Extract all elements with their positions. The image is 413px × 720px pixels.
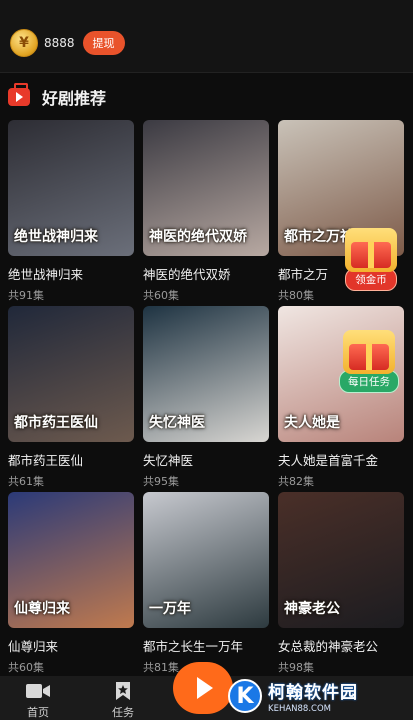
poster-title-text: 失忆神医: [149, 415, 205, 431]
poster-title-text: 夫人她是: [284, 415, 340, 431]
drama-poster[interactable]: 都市药王医仙: [8, 306, 134, 442]
drama-title[interactable]: 绝世战神归来: [8, 264, 134, 283]
site-watermark: K 柯翰软件园 KEHAN88.COM: [228, 672, 413, 720]
nav-tasks-label: 任务: [112, 706, 134, 719]
gift-box-icon: [343, 330, 395, 374]
drama-poster[interactable]: 神豪老公: [278, 492, 404, 628]
red-envelope-icon: [345, 228, 397, 272]
coin-amount: 8888: [44, 36, 75, 50]
drama-title[interactable]: 夫人她是首富千金: [278, 450, 404, 469]
nav-home[interactable]: 首页: [16, 680, 60, 720]
drama-title[interactable]: 女总裁的神豪老公: [278, 636, 404, 655]
poster-title-text: 仙尊归来: [14, 601, 70, 617]
episode-count: 共91集: [8, 289, 44, 302]
drama-title[interactable]: 神医的绝代双娇: [143, 264, 269, 283]
poster-title-text: 神医的绝代双娇: [149, 229, 247, 245]
poster-title-text: 都市药王医仙: [14, 415, 98, 431]
drama-card[interactable]: 失忆神医 失忆神医 共95集: [143, 306, 269, 489]
poster-title-text: 神豪老公: [284, 601, 340, 617]
episode-count: 共61集: [8, 475, 44, 488]
watermark-url: KEHAN88.COM: [268, 704, 331, 714]
video-camera-icon: [16, 680, 60, 702]
section-header: 好剧推荐: [8, 86, 106, 108]
drama-poster[interactable]: 失忆神医: [143, 306, 269, 442]
drama-poster[interactable]: 绝世战神归来: [8, 120, 134, 256]
poster-title-text: 一万年: [149, 601, 191, 617]
bookmark-star-icon: [101, 680, 145, 702]
poster-title-text: 绝世战神归来: [14, 229, 98, 245]
play-icon: [197, 677, 213, 699]
coin-icon: ¥: [10, 29, 38, 57]
drama-title[interactable]: 失忆神医: [143, 450, 269, 469]
play-button[interactable]: [173, 662, 233, 714]
drama-card[interactable]: 一万年 都市之长生一万年 共81集: [143, 492, 269, 675]
tv-play-icon: [8, 88, 30, 106]
episode-count: 共82集: [278, 475, 314, 488]
coin-balance[interactable]: ¥ 8888 提现: [10, 29, 125, 57]
nav-tasks[interactable]: 任务: [101, 680, 145, 720]
drama-title[interactable]: 都市药王医仙: [8, 450, 134, 469]
watermark-title: 柯翰软件园: [268, 683, 358, 703]
coin-reward-widget[interactable]: 领金币: [338, 228, 404, 291]
drama-card[interactable]: 仙尊归来 仙尊归来 共60集: [8, 492, 134, 675]
withdraw-button[interactable]: 提现: [82, 31, 125, 55]
kehan-logo-icon: K: [228, 679, 262, 713]
drama-card[interactable]: 绝世战神归来 绝世战神归来 共91集: [8, 120, 134, 303]
drama-card[interactable]: 都市药王医仙 都市药王医仙 共61集: [8, 306, 134, 489]
drama-poster[interactable]: 仙尊归来: [8, 492, 134, 628]
drama-card[interactable]: 神豪老公 女总裁的神豪老公 共98集: [278, 492, 404, 675]
drama-card[interactable]: 神医的绝代双娇 神医的绝代双娇 共60集: [143, 120, 269, 303]
drama-poster[interactable]: 一万年: [143, 492, 269, 628]
episode-count: 共60集: [8, 661, 44, 674]
nav-home-label: 首页: [27, 706, 49, 719]
drama-title[interactable]: 仙尊归来: [8, 636, 134, 655]
drama-title[interactable]: 都市之长生一万年: [143, 636, 269, 655]
divider: [0, 72, 413, 73]
daily-task-widget[interactable]: 每日任务: [336, 330, 402, 393]
episode-count: 共60集: [143, 289, 179, 302]
drama-poster[interactable]: 神医的绝代双娇: [143, 120, 269, 256]
episode-count: 共95集: [143, 475, 179, 488]
section-title: 好剧推荐: [42, 89, 107, 108]
top-bar: ¥ 8888 提现: [0, 0, 413, 72]
